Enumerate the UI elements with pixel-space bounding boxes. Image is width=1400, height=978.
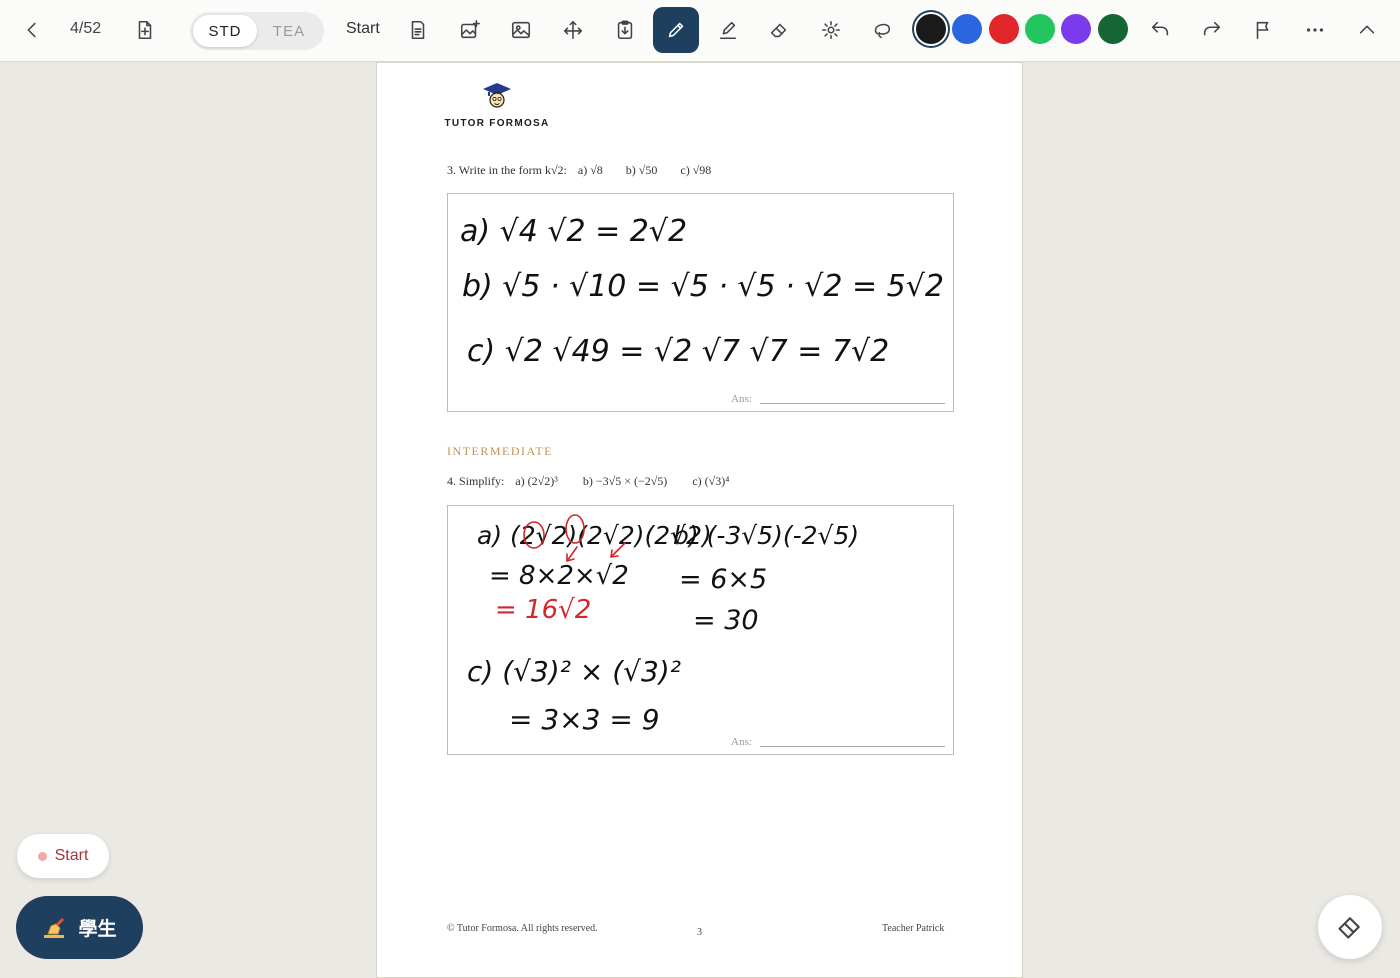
more-button[interactable] xyxy=(1293,8,1337,52)
collapse-toolbar-button[interactable] xyxy=(1345,8,1389,52)
q4-answer-b-line1: b) (-3√5)(-2√5) xyxy=(673,521,859,550)
eraser-tool-button[interactable] xyxy=(757,8,801,52)
q4-ans-label: Ans: xyxy=(731,736,752,748)
page-indicator[interactable]: 4/52 xyxy=(70,20,101,38)
color-red-swatch[interactable] xyxy=(989,14,1019,44)
color-green-swatch[interactable] xyxy=(1025,14,1055,44)
sparkle-icon xyxy=(821,20,841,40)
back-button[interactable] xyxy=(10,8,54,52)
top-toolbar: 4/52 STD TEA Start xyxy=(0,0,1400,62)
floating-start-label: Start xyxy=(54,847,89,864)
writing-hand-icon xyxy=(44,917,65,938)
highlighter-icon xyxy=(719,21,737,40)
clipboard-icon xyxy=(617,20,633,40)
clipboard-button[interactable] xyxy=(603,8,647,52)
footer-teacher: Teacher Patrick xyxy=(882,923,945,934)
redo-button[interactable] xyxy=(1190,8,1234,52)
add-image-button[interactable] xyxy=(448,8,492,52)
pencil-icon xyxy=(668,22,684,38)
q4-handwriting: a) (2√2)(2√2)(2√2) = 8×2×√2 = 16√2 b) (-… xyxy=(467,514,859,736)
eraser-icon xyxy=(1338,917,1360,939)
undo-icon xyxy=(1151,21,1169,36)
image-button[interactable] xyxy=(499,8,543,52)
move-button[interactable] xyxy=(551,8,595,52)
chevron-up-icon xyxy=(1359,25,1375,34)
q4-answer-c-line2: = 3×3 = 9 xyxy=(509,703,660,736)
status-dot xyxy=(37,851,47,861)
chevron-left-icon xyxy=(27,22,36,38)
q4-ans-line xyxy=(760,746,945,747)
image-icon xyxy=(511,21,531,39)
document-icon xyxy=(411,20,425,40)
color-dark-green-swatch[interactable] xyxy=(1098,14,1128,44)
floating-eraser-button[interactable] xyxy=(1318,895,1382,959)
floating-start-button[interactable]: Start xyxy=(17,834,109,878)
eraser-icon xyxy=(770,23,787,38)
add-page-icon xyxy=(138,20,152,40)
color-black-swatch[interactable] xyxy=(916,14,946,44)
q4-answer-c-line1: c) (√3)² × (√3)² xyxy=(467,655,681,688)
pen-tool-button[interactable] xyxy=(653,7,699,53)
start-button[interactable]: Start xyxy=(346,20,380,38)
q4-answer-a-line3: = 16√2 xyxy=(495,595,591,625)
laser-pointer-button[interactable] xyxy=(809,8,853,52)
lasso-icon xyxy=(874,23,891,39)
student-mode-button[interactable]: 學生 xyxy=(16,896,143,959)
undo-button[interactable] xyxy=(1138,8,1182,52)
redo-icon xyxy=(1203,21,1221,36)
flag-icon xyxy=(1256,21,1269,40)
q4-answer-a-line2: = 8×2×√2 xyxy=(489,561,629,591)
add-page-button[interactable] xyxy=(123,8,167,52)
add-image-icon xyxy=(460,20,480,39)
footer-copyright: © Tutor Formosa. All rights reserved. xyxy=(447,923,598,934)
worksheet-page[interactable]: TUTOR FORMOSA 3. Write in the form k√2: … xyxy=(376,62,1023,978)
mode-tea-button[interactable]: TEA xyxy=(257,15,321,47)
q4-answer-b-line3: = 30 xyxy=(693,605,759,636)
lasso-button[interactable] xyxy=(860,8,904,52)
mode-std-button[interactable]: STD xyxy=(193,15,257,47)
move-arrows-icon xyxy=(563,20,583,40)
color-purple-swatch[interactable] xyxy=(1061,14,1091,44)
mode-toggle: STD TEA xyxy=(190,12,324,50)
flag-button[interactable] xyxy=(1241,8,1285,52)
footer-page-number: 3 xyxy=(697,927,702,938)
color-blue-swatch[interactable] xyxy=(952,14,982,44)
document-button[interactable] xyxy=(396,8,440,52)
highlighter-button[interactable] xyxy=(706,8,750,52)
q4-answer-b-line2: = 6×5 xyxy=(679,564,767,595)
student-mode-label: 學生 xyxy=(78,918,117,940)
more-dots-icon xyxy=(1306,28,1324,32)
